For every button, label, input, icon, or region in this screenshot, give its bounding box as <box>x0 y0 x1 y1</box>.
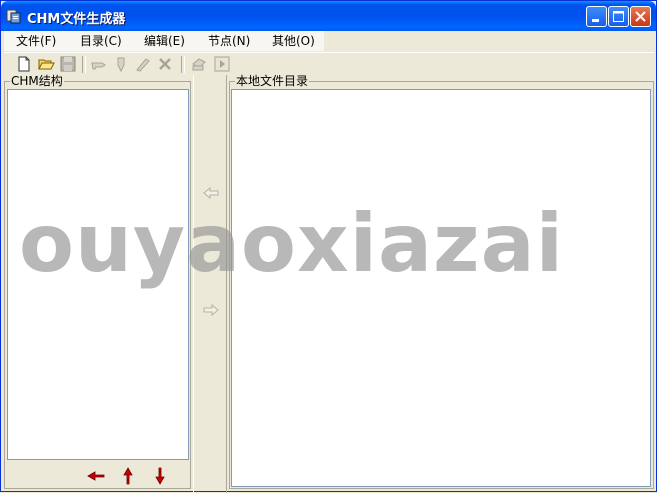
run-icon[interactable] <box>213 55 231 73</box>
app-window: CHM文件生成器 文件(F) 目录(C) 编辑(E) 节点(N) 其他(O) C… <box>0 0 657 493</box>
toolbar-separator <box>82 56 86 73</box>
local-directory-label: 本地文件目录 <box>235 74 310 88</box>
window-title: CHM文件生成器 <box>27 12 126 27</box>
chm-structure-label: CHM结构 <box>10 74 64 88</box>
new-file-icon[interactable] <box>15 55 33 73</box>
watermark-text: ouyaoxiazai <box>19 197 564 290</box>
menu-file[interactable]: 文件(F) <box>16 33 56 49</box>
menu-node[interactable]: 节点(N) <box>208 33 250 49</box>
chm-app-icon[interactable] <box>6 8 22 24</box>
edit-brush-icon[interactable] <box>134 55 152 73</box>
close-button[interactable] <box>630 6 651 27</box>
arrow-down-red-icon[interactable] <box>152 467 168 485</box>
title-bar[interactable]: CHM文件生成器 <box>1 1 656 31</box>
arrow-left-red-icon[interactable] <box>87 467 105 485</box>
hand-point-icon[interactable] <box>90 55 108 73</box>
print-icon[interactable] <box>190 55 208 73</box>
arrow-right-icon[interactable] <box>203 303 219 317</box>
delete-x-icon[interactable] <box>156 55 174 73</box>
toolbar <box>4 52 654 75</box>
open-folder-icon[interactable] <box>37 55 55 73</box>
pen-icon[interactable] <box>112 55 130 73</box>
menu-other[interactable]: 其他(O) <box>272 33 315 49</box>
toolbar-separator <box>181 56 185 73</box>
menu-edit[interactable]: 编辑(E) <box>144 33 185 49</box>
save-icon[interactable] <box>59 55 77 73</box>
arrow-up-red-icon[interactable] <box>120 467 136 485</box>
menu-catalog[interactable]: 目录(C) <box>80 33 122 49</box>
maximize-button[interactable] <box>608 6 629 27</box>
minimize-button[interactable] <box>586 6 607 27</box>
